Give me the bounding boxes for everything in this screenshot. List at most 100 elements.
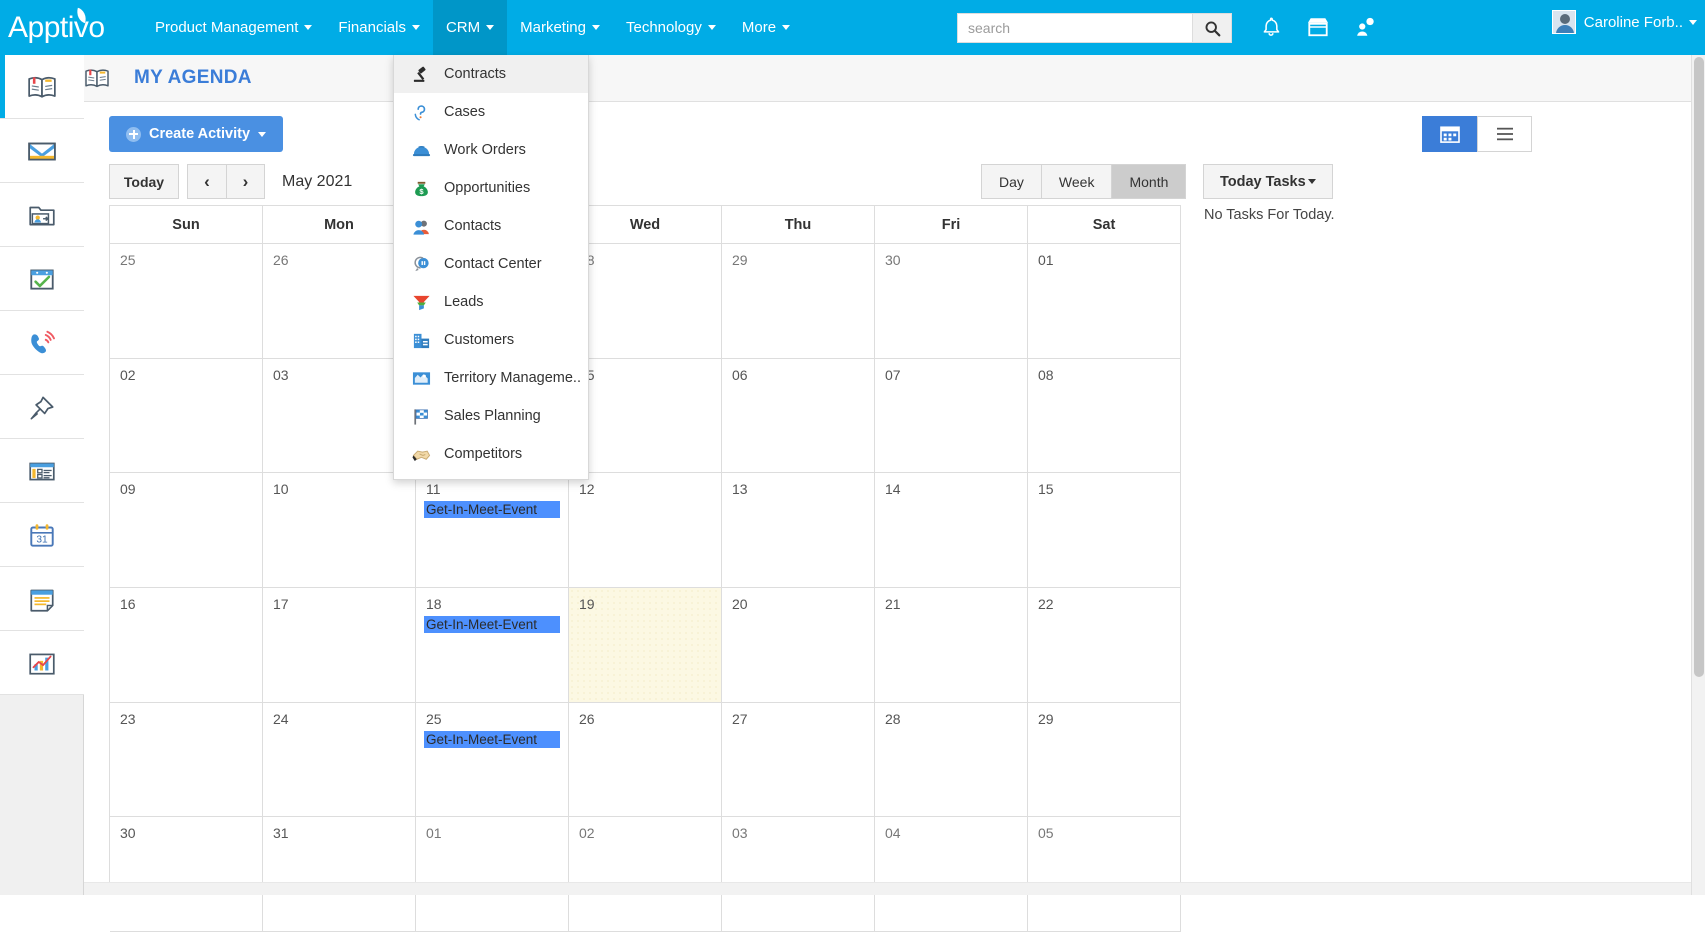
handshake-icon (412, 445, 431, 464)
view-day-button[interactable]: Day (981, 164, 1041, 199)
top-nav-more[interactable]: More (729, 0, 803, 55)
crm-menu-item-leads[interactable]: Leads (394, 283, 588, 321)
day-number: 20 (732, 596, 874, 612)
current-month-label: May 2021 (282, 173, 352, 191)
calendar-day-cell[interactable]: 30 (110, 817, 263, 932)
list-view-toggle[interactable] (1477, 116, 1532, 152)
crm-menu-item-cases[interactable]: Cases (394, 93, 588, 131)
crm-menu-item-opportunities[interactable]: $Opportunities (394, 169, 588, 207)
apptivo-logo[interactable]: Apptivo (8, 11, 128, 45)
day-number: 29 (1038, 711, 1180, 727)
rail-item-call-log[interactable] (0, 311, 84, 375)
calendar-day-cell[interactable]: 27 (722, 703, 875, 818)
crm-menu-item-customers[interactable]: Customers (394, 321, 588, 359)
rail-item-reports-chart[interactable] (0, 631, 84, 695)
next-month-button[interactable]: › (226, 164, 265, 199)
calendar-day-cell[interactable]: 15 (1028, 473, 1181, 588)
calendar-day-cell[interactable]: 28 (875, 703, 1028, 818)
calendar-day-cell[interactable]: 28 (569, 244, 722, 359)
crm-menu-item-contacts[interactable]: Contacts (394, 207, 588, 245)
calendar-day-cell[interactable]: 25 (110, 244, 263, 359)
calendar-day-cell[interactable]: 21 (875, 588, 1028, 703)
collaboration-icon[interactable] (1349, 12, 1381, 42)
vertical-scrollbar-thumb[interactable] (1694, 57, 1704, 677)
today-button[interactable]: Today (109, 164, 179, 199)
crm-menu-item-sales-planning[interactable]: Sales Planning (394, 397, 588, 435)
calendar-day-cell[interactable]: 05 (1028, 817, 1181, 932)
calendar-day-cell[interactable]: 26 (569, 703, 722, 818)
top-nav-product-management[interactable]: Product Management (142, 0, 325, 55)
top-nav-marketing[interactable]: Marketing (507, 0, 613, 55)
rail-item-agenda-book[interactable] (0, 55, 84, 119)
rail-item-calendar-31[interactable]: 31 (0, 503, 84, 567)
calendar-day-cell[interactable]: 08 (1028, 359, 1181, 474)
rail-item-pin[interactable] (0, 375, 84, 439)
day-header-thu: Thu (722, 206, 875, 244)
today-tasks-button[interactable]: Today Tasks (1203, 164, 1333, 199)
vertical-scrollbar[interactable] (1691, 55, 1705, 895)
calendar-day-cell[interactable]: 24 (263, 703, 416, 818)
calendar-day-cell[interactable]: 10 (263, 473, 416, 588)
create-activity-button[interactable]: Create Activity (109, 116, 283, 152)
calendar-day-cell[interactable]: 06 (722, 359, 875, 474)
day-number: 18 (426, 596, 568, 612)
crm-menu-item-label: Territory Manageme.. (444, 370, 581, 386)
calendar-day-cell[interactable]: 04 (875, 817, 1028, 932)
calendar-day-cell[interactable]: 11Get-In-Meet-Event (416, 473, 569, 588)
day-number: 19 (579, 596, 721, 612)
calendar-day-cell[interactable]: 02 (110, 359, 263, 474)
calendar-day-cell[interactable]: 14 (875, 473, 1028, 588)
calendar-day-cell[interactable]: 19 (569, 588, 722, 703)
search-input[interactable] (957, 13, 1192, 43)
calendar-day-cell[interactable]: 13 (722, 473, 875, 588)
store-icon[interactable] (1302, 12, 1334, 42)
calendar-day-cell[interactable]: 16 (110, 588, 263, 703)
bell-icon[interactable] (1255, 12, 1287, 42)
user-menu[interactable]: Caroline Forb.. (1552, 10, 1697, 34)
calendar-day-cell[interactable]: 03 (722, 817, 875, 932)
calendar-day-cell[interactable]: 20 (722, 588, 875, 703)
calendar-day-cell[interactable]: 25Get-In-Meet-Event (416, 703, 569, 818)
calendar-day-cell[interactable]: 31 (263, 817, 416, 932)
crm-menu-item-territory-manageme[interactable]: Territory Manageme.. (394, 359, 588, 397)
calendar-day-cell[interactable]: 18 Get-In-Meet-Event (416, 588, 569, 703)
calendar-day-cell[interactable]: 29 (1028, 703, 1181, 818)
calendar-day-cell[interactable]: 01 (1028, 244, 1181, 359)
calendar-event[interactable]: Get-In-Meet-Event (424, 501, 560, 518)
top-nav-crm[interactable]: CRM (433, 0, 507, 55)
calendar-day-cell[interactable]: 22 (1028, 588, 1181, 703)
rail-item-email[interactable] (0, 119, 84, 183)
calendar-day-cell[interactable]: 01 (416, 817, 569, 932)
calendar-event[interactable]: Get-In-Meet-Event (424, 731, 560, 748)
rail-item-contact-folder[interactable] (0, 183, 84, 247)
view-week-button[interactable]: Week (1041, 164, 1112, 199)
crm-menu-item-label: Contact Center (444, 256, 542, 272)
crm-menu-item-contact-center[interactable]: Contact Center (394, 245, 588, 283)
crm-menu-item-work-orders[interactable]: Work Orders (394, 131, 588, 169)
top-nav-financials[interactable]: Financials (325, 0, 433, 55)
calendar-day-cell[interactable]: 02 (569, 817, 722, 932)
moneybag-icon: $ (412, 179, 431, 198)
prev-month-button[interactable]: ‹ (187, 164, 226, 199)
calendar-day-cell[interactable]: 30 (875, 244, 1028, 359)
search-button[interactable] (1192, 13, 1232, 43)
calendar-day-cell[interactable]: 29 (722, 244, 875, 359)
calendar-view-toggle[interactable] (1422, 116, 1477, 152)
calendar-day-cell[interactable]: 12 (569, 473, 722, 588)
rail-item-notes[interactable] (0, 567, 84, 631)
calendar-day-cell[interactable]: 17 (263, 588, 416, 703)
calendar-day-cell[interactable]: 09 (110, 473, 263, 588)
horizontal-scrollbar[interactable] (84, 882, 1691, 895)
crm-menu-item-competitors[interactable]: Competitors (394, 435, 588, 473)
calendar-day-headers: SunMonTueWedThuFriSat (110, 206, 1181, 244)
rail-item-news[interactable] (0, 439, 84, 503)
crm-menu-item-contracts[interactable]: Contracts (394, 55, 588, 93)
top-nav-technology[interactable]: Technology (613, 0, 729, 55)
calendar-day-cell[interactable]: 05 (569, 359, 722, 474)
view-month-button[interactable]: Month (1111, 164, 1186, 199)
calendar-day-cell[interactable]: 23 (110, 703, 263, 818)
day-number: 15 (1038, 481, 1180, 497)
calendar-event[interactable]: Get-In-Meet-Event (424, 616, 560, 633)
calendar-day-cell[interactable]: 07 (875, 359, 1028, 474)
rail-item-task-check[interactable] (0, 247, 84, 311)
